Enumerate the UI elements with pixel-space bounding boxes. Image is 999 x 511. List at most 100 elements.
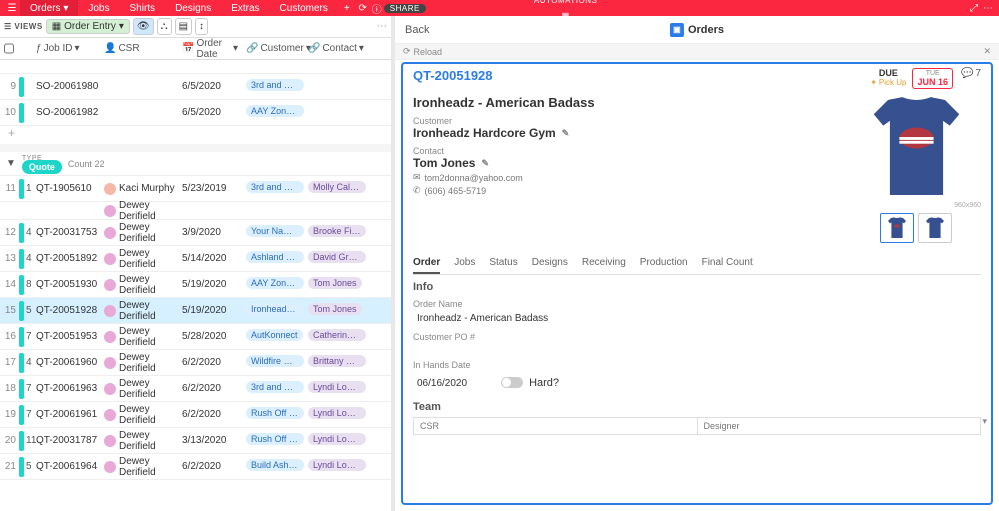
detail-tabs: Order Jobs Status Designs Receiving Prod… [413, 253, 981, 275]
phone-icon: ✆ [413, 185, 421, 196]
contact-email[interactable]: tom2donna@yahoo.com [425, 173, 523, 183]
group-header[interactable]: ▼ TYPE Quote Count 22 [0, 152, 391, 176]
info-title: Info [413, 281, 981, 293]
table-row[interactable]: 197QT-20061961Dewey Derifield6/2/2020Rus… [0, 402, 391, 428]
table-row[interactable]: 124QT-20031753Dewey Derifield3/9/2020You… [0, 220, 391, 246]
team-section: Team CSR Designer [413, 401, 981, 435]
close-reload-icon[interactable]: ✕ [983, 46, 991, 57]
col-customer[interactable]: 🔗 Customer ▾ [242, 43, 304, 54]
filter-icon[interactable]: ⛬ [157, 18, 172, 35]
due-date-chip[interactable]: TUE JUN 16 [912, 68, 953, 89]
mockup-dimensions: 960x960 [954, 202, 981, 209]
tab-status[interactable]: Status [489, 253, 517, 274]
customer-section-label: Customer [413, 116, 851, 126]
col-order-date[interactable]: 📅 Order Date ▾ [178, 38, 242, 60]
order-detail-panel: Back ▣ Orders ⟳ Reload ✕ QT-20051928 DUE… [395, 16, 999, 511]
team-title: Team [413, 401, 981, 413]
reload-button[interactable]: Reload [414, 47, 443, 57]
table-row[interactable]: 187QT-20061963Dewey Derifield6/2/20203rd… [0, 376, 391, 402]
nav-tab-extras[interactable]: Extras [221, 0, 269, 16]
in-hands-date[interactable]: 06/16/2020 [413, 376, 471, 391]
team-designer-col[interactable]: Designer [698, 418, 981, 434]
edit-contact-icon[interactable]: ✎ [481, 158, 489, 169]
customer-name: Ironheadz Hardcore Gym [413, 126, 556, 140]
history-icon[interactable]: ⟳ [356, 3, 370, 14]
more-icon[interactable]: ⋯ [981, 3, 995, 14]
table-row[interactable]: 155QT-20051928Dewey Derifield5/19/2020Ir… [0, 298, 391, 324]
table-row[interactable]: 2011QT-20031787Dewey Derifield3/13/2020R… [0, 428, 391, 454]
contact-section-label: Contact [413, 146, 851, 156]
info-section: Info Order Name Ironheadz - American Bad… [413, 281, 981, 391]
order-name-label: Order Name [413, 299, 981, 309]
table-row[interactable]: 10 SO-20061982 6/5/2020 AAY Zone Cham [0, 100, 391, 126]
detail-header: Back ▣ Orders [395, 16, 999, 44]
edit-customer-icon[interactable]: ✎ [562, 128, 570, 139]
order-number: QT-20051928 [413, 68, 493, 83]
expand-chevron-icon[interactable]: ▾ [982, 416, 987, 427]
pickup-icon: ✦ [870, 78, 877, 87]
order-name-value[interactable]: Ironheadz - American Badass [413, 311, 981, 326]
reload-icon[interactable]: ⟳ [403, 46, 411, 57]
table-row[interactable]: 174QT-20061960Dewey Derifield6/2/2020Wil… [0, 350, 391, 376]
in-hands-label: In Hands Date [413, 360, 981, 370]
select-all-checkbox[interactable] [4, 42, 14, 55]
group-collapse-icon[interactable]: ▼ [6, 158, 16, 169]
toolbar-more-icon[interactable]: ⋯ [377, 21, 387, 32]
add-row-button[interactable]: + [0, 126, 391, 144]
nav-tab-jobs[interactable]: Jobs [78, 0, 119, 16]
tab-designs[interactable]: Designs [532, 253, 568, 274]
table-row[interactable]: 9 SO-20061980 6/5/2020 3rd and Court [0, 74, 391, 100]
tab-receiving[interactable]: Receiving [582, 253, 626, 274]
tab-final-count[interactable]: Final Count [702, 253, 753, 274]
nav-tab-designs[interactable]: Designs [165, 0, 221, 16]
table-row[interactable]: Dewey Derifield [0, 202, 391, 220]
toggle-hide-icon[interactable]: 👁 [133, 18, 154, 35]
nav-tab-shirts[interactable]: Shirts [120, 0, 166, 16]
order-card: QT-20051928 DUE ✦Pick Up TUE JUN 16 💬 7 … [401, 62, 993, 505]
table-row[interactable]: 167QT-20051953Dewey Derifield5/28/2020Au… [0, 324, 391, 350]
group-icon[interactable]: ▤ [175, 18, 192, 35]
hamburger-icon[interactable]: ☰ [4, 3, 20, 14]
po-label: Customer PO # [413, 332, 981, 342]
mockup-thumb-back[interactable] [918, 213, 952, 243]
table-row[interactable]: 134QT-20051892Dewey Derifield5/14/2020As… [0, 246, 391, 272]
contact-phone[interactable]: (606) 465-5719 [425, 186, 487, 196]
comment-count[interactable]: 💬 7 [961, 68, 981, 79]
views-toolbar: ☰ VIEWS ▦ Order Entry ▾ 👁 ⛬ ▤ ↕ ⋯ [0, 16, 391, 38]
due-label: DUE [870, 68, 906, 78]
orders-table-panel: ☰ VIEWS ▦ Order Entry ▾ 👁 ⛬ ▤ ↕ ⋯ ƒ Job … [0, 16, 395, 511]
shirt-mockup [869, 95, 964, 200]
hard-label: Hard? [529, 377, 559, 389]
mockup-thumb-front[interactable] [880, 213, 914, 243]
views-label: ☰ VIEWS [4, 22, 43, 31]
col-contact[interactable]: 🔗 Contact ▾ [304, 43, 366, 54]
automations-label[interactable]: AUTOMATIONS [534, 0, 597, 5]
nav-tab-customers[interactable]: Customers [270, 0, 338, 16]
column-header-row: ƒ Job ID ▾ 👤 CSR 📅 Order Date ▾ 🔗 Custom… [0, 38, 391, 60]
table-row[interactable]: 111QT-1905610Kaci Murphy5/23/20193rd and… [0, 176, 391, 202]
contact-name: Tom Jones [413, 156, 475, 170]
tab-order[interactable]: Order [413, 253, 440, 274]
hard-toggle[interactable] [501, 377, 523, 388]
back-button[interactable]: Back [405, 24, 429, 36]
help-icon[interactable]: ⓘ [370, 1, 384, 16]
team-csr-col[interactable]: CSR [414, 418, 698, 434]
col-csr[interactable]: 👤 CSR [100, 43, 178, 54]
view-order-entry[interactable]: ▦ Order Entry ▾ [46, 19, 130, 34]
orders-module-icon: ▣ [670, 23, 684, 37]
table-row[interactable]: 148QT-20051930Dewey Derifield5/19/2020AA… [0, 272, 391, 298]
sort-icon[interactable]: ↕ [195, 18, 208, 35]
col-job-id[interactable]: ƒ Job ID ▾ [32, 43, 100, 54]
top-menubar: ☰ Orders ▾ Jobs Shirts Designs Extras Cu… [0, 0, 999, 16]
tab-production[interactable]: Production [640, 253, 688, 274]
email-icon: ✉ [413, 172, 421, 183]
nav-tab-orders[interactable]: Orders ▾ [20, 0, 78, 16]
reload-bar: ⟳ Reload ✕ [395, 44, 999, 60]
mockup-preview: 960x960 [851, 95, 981, 243]
share-button[interactable]: SHARE [384, 4, 426, 13]
tab-jobs[interactable]: Jobs [454, 253, 475, 274]
table-row[interactable]: 215QT-20061964Dewey Derifield6/2/2020Bui… [0, 454, 391, 480]
order-name: Ironheadz - American Badass [413, 95, 851, 110]
nav-add-tab[interactable]: + [338, 0, 356, 16]
expand-icon[interactable]: ⤢ [967, 3, 981, 14]
